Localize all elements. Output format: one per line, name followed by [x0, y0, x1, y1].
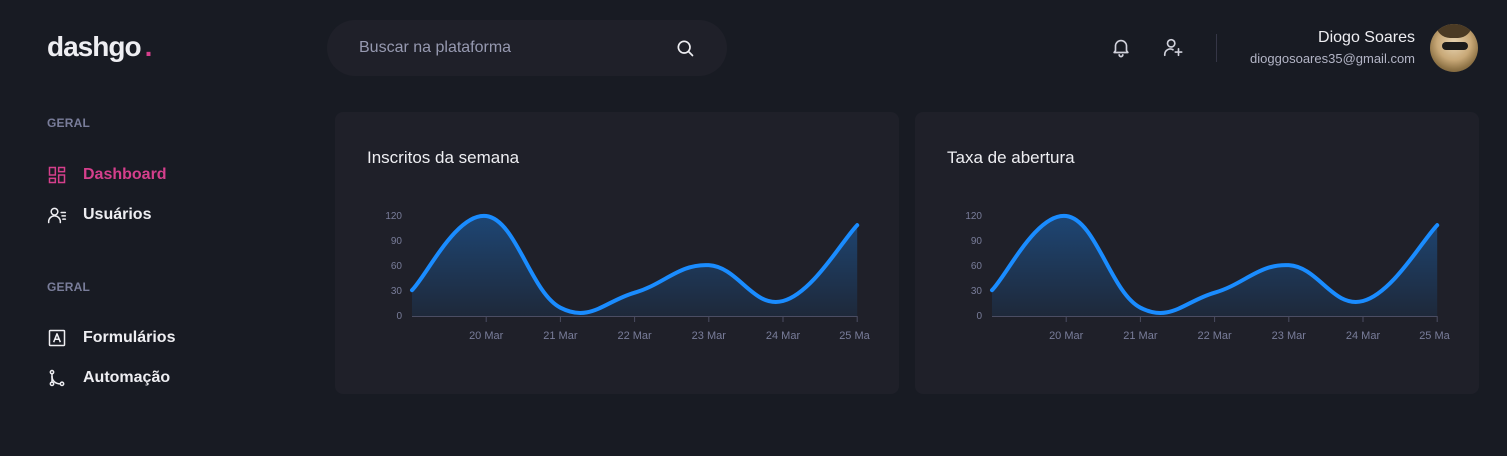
x-tick-label: 22 Mar — [1197, 330, 1232, 342]
dashboard-icon — [48, 166, 66, 184]
search-bar[interactable] — [327, 20, 727, 76]
x-tick-label: 23 Mar — [692, 330, 727, 342]
bell-icon[interactable] — [1110, 36, 1132, 58]
x-tick-label: 24 Mar — [1346, 330, 1381, 342]
users-icon — [47, 207, 67, 224]
y-tick-label: 120 — [385, 211, 402, 222]
x-tick-label: 20 Mar — [1049, 330, 1084, 342]
header-actions — [1110, 36, 1184, 58]
chart-card-open-rate: Taxa de abertura 0 30 60 90 120 20 Mar 21 Mar 2… — [915, 112, 1479, 394]
x-tick-label: 25 Ma — [1419, 330, 1450, 342]
form-icon — [48, 329, 66, 347]
avatar-glasses — [1442, 42, 1468, 50]
search-icon[interactable] — [675, 38, 695, 58]
y-tick-label: 30 — [971, 286, 983, 297]
x-tick-label: 24 Mar — [766, 330, 801, 342]
app: dashgo. Diogo Soares dioggosoares35@gmai… — [0, 0, 1507, 456]
avatar-hair — [1436, 24, 1472, 38]
profile-email: dioggosoares35@gmail.com — [1250, 51, 1415, 66]
y-tick-label: 60 — [971, 261, 983, 272]
y-tick-label: 90 — [391, 236, 403, 247]
sidebar-section-label: GERAL — [47, 116, 90, 130]
x-tick-label: 21 Mar — [543, 330, 578, 342]
automation-icon — [49, 369, 65, 387]
sidebar-item-label: Usuários — [83, 206, 152, 223]
sidebar-item-label: Formulários — [83, 329, 176, 346]
profile-info[interactable]: Diogo Soares dioggosoares35@gmail.com — [1250, 28, 1415, 70]
y-tick-label: 0 — [396, 311, 402, 322]
x-tick-label: 23 Mar — [1272, 330, 1307, 342]
series-area — [992, 215, 1438, 316]
y-tick-label: 60 — [391, 261, 403, 272]
logo-dot: . — [144, 31, 153, 62]
subscribers-chart: 0 30 60 90 120 20 Mar 21 Mar 22 Mar 23 Mar 24 Mar… — [385, 211, 870, 342]
y-tick-label: 120 — [965, 211, 982, 222]
x-tick-label: 22 Mar — [617, 330, 652, 342]
x-tick-label: 25 Ma — [839, 330, 870, 342]
open-rate-chart: 0 30 60 90 120 20 Mar 21 Mar 22 Mar 23 Mar 24 Mar… — [965, 211, 1450, 342]
chart-card-subscribers: Inscritos da semana 0 30 60 90 120 20 Mar 21 M… — [335, 112, 899, 394]
x-tick-label: 20 Mar — [469, 330, 504, 342]
sidebar-item-users[interactable]: Usuários — [47, 205, 151, 225]
profile-name: Diogo Soares — [1318, 29, 1415, 46]
add-user-icon[interactable] — [1162, 36, 1184, 58]
sidebar-item-forms[interactable]: Formulários — [47, 328, 175, 348]
series-area — [412, 215, 858, 316]
sidebar-section-label: GERAL — [47, 280, 90, 294]
header-divider — [1216, 34, 1217, 62]
y-tick-label: 90 — [971, 236, 983, 247]
logo-text: dashgo — [47, 31, 142, 62]
y-tick-label: 0 — [976, 311, 982, 322]
sidebar-item-label: Dashboard — [83, 166, 167, 183]
x-tick-label: 21 Mar — [1123, 330, 1158, 342]
avatar[interactable] — [1430, 24, 1478, 72]
sidebar-item-automation[interactable]: Automação — [47, 368, 170, 388]
sidebar-item-dashboard[interactable]: Dashboard — [47, 165, 167, 185]
logo[interactable]: dashgo. — [47, 31, 153, 63]
search-input[interactable] — [359, 39, 667, 57]
sidebar-item-label: Automação — [83, 369, 171, 386]
y-tick-label: 30 — [391, 286, 403, 297]
